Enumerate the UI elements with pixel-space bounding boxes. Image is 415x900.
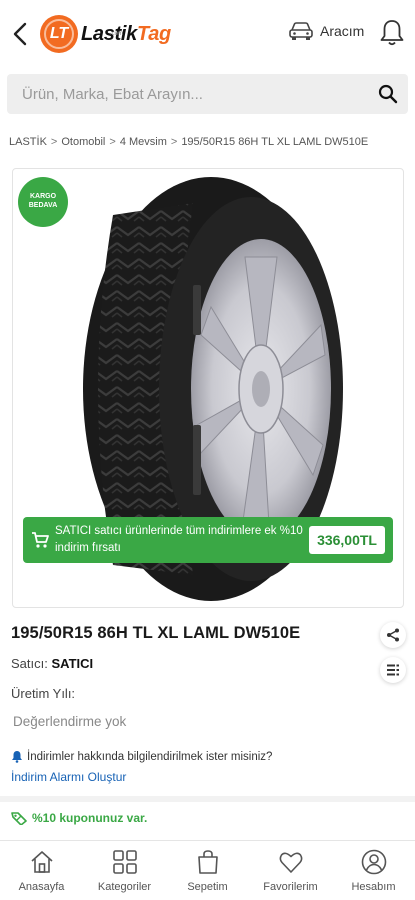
back-button[interactable] [8, 20, 32, 48]
bottom-navigation: Anasayfa Kategoriler Sepetim Favorilerim… [0, 840, 415, 900]
logo-domain: .com [110, 31, 124, 37]
breadcrumb: LASTİK > Otomobil > 4 Mevsim > 195/50R15… [9, 136, 368, 148]
nav-favorites-label: Favorilerim [263, 881, 318, 893]
search-bar [7, 74, 408, 114]
my-car-label: Aracım [320, 23, 365, 39]
free-shipping-badge: KARGO BEDAVA [18, 177, 68, 227]
section-divider [0, 796, 415, 802]
bell-icon [380, 20, 404, 46]
logo-text: LastikTag [81, 22, 171, 45]
home-icon [30, 851, 53, 873]
share-button[interactable] [380, 622, 406, 648]
breadcrumb-item-product: 195/50R15 86H TL XL LAML DW510E [181, 136, 369, 148]
breadcrumb-item-otomobil[interactable]: Otomobil [61, 136, 105, 148]
rating-text: Değerlendirme yok [13, 714, 127, 729]
breadcrumb-separator: > [109, 136, 116, 148]
compare-button[interactable] [380, 657, 406, 683]
create-discount-alarm-link[interactable]: İndirim Alarmı Oluştur [11, 770, 126, 784]
nav-categories[interactable]: Kategoriler [83, 841, 166, 900]
nav-cart-label: Sepetim [187, 881, 228, 893]
nav-favorites[interactable]: Favorilerim [249, 841, 332, 900]
heart-icon [279, 852, 302, 873]
notifications-button[interactable] [378, 18, 406, 48]
nav-home-label: Anasayfa [18, 881, 65, 893]
promo-text: SATICI satıcı ürünlerinde tüm indirimler… [55, 525, 303, 554]
app-header: LT LastikTag .com Aracım [0, 0, 415, 68]
discount-notify-row: İndirimler hakkında bilgilendirilmek ist… [11, 750, 272, 763]
car-icon [289, 22, 313, 40]
search-icon[interactable] [378, 84, 398, 104]
coupon-text: %10 kuponunuz var. [32, 811, 148, 825]
seller-row: Satıcı: SATICI [11, 656, 93, 671]
seller-discount-banner[interactable]: SATICI satıcı ürünlerinde tüm indirimler… [23, 517, 393, 563]
product-title: 195/50R15 86H TL XL LAML DW510E [11, 624, 301, 642]
chevron-left-icon [13, 22, 27, 46]
seller-name-link[interactable]: SATICI [51, 656, 93, 671]
bell-small-icon [12, 751, 22, 763]
badge-line-1: KARGO [29, 193, 57, 201]
grid-icon [112, 850, 137, 874]
nav-cart[interactable]: Sepetim [166, 841, 249, 900]
brand-logo[interactable]: LT LastikTag [40, 13, 171, 55]
promo-price: 336,00TL [309, 526, 385, 554]
breadcrumb-separator: > [50, 136, 58, 148]
bag-icon [197, 850, 218, 874]
breadcrumb-item-4-mevsim[interactable]: 4 Mevsim [120, 136, 167, 148]
list-compare-icon [387, 664, 399, 676]
cart-icon [32, 532, 49, 548]
production-year-label: Üretim Yılı: [11, 686, 76, 701]
nav-home[interactable]: Anasayfa [0, 841, 83, 900]
my-car-button[interactable]: Aracım [288, 20, 364, 42]
product-image-card[interactable]: KARGO BEDAVA SATICI satıcı ürünlerinde t… [12, 168, 404, 608]
nav-account-label: Hesabım [351, 881, 396, 893]
notify-text: İndirimler hakkında bilgilendirilmek ist… [27, 750, 273, 763]
user-icon [361, 849, 386, 875]
coupon-notice[interactable]: %10 kuponunuz var. [11, 811, 147, 825]
search-input[interactable] [22, 85, 362, 103]
breadcrumb-separator: > [170, 136, 178, 148]
nav-account[interactable]: Hesabım [332, 841, 415, 900]
breadcrumb-item-lastik[interactable]: LASTİK [9, 136, 47, 148]
tag-icon [11, 812, 27, 825]
seller-label: Satıcı: [11, 656, 48, 671]
badge-line-2: BEDAVA [28, 202, 58, 209]
nav-categories-label: Kategoriler [97, 881, 152, 893]
logo-mark: LT [40, 15, 78, 53]
share-icon [387, 628, 399, 642]
